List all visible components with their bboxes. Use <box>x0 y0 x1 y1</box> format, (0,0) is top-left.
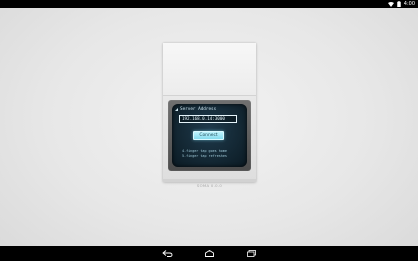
battery-icon <box>397 1 401 7</box>
back-button[interactable] <box>161 249 173 258</box>
home-button[interactable] <box>203 249 215 258</box>
hint-home: 4-finger tap goes home <box>182 149 227 153</box>
connect-button[interactable]: Connect <box>193 131 224 140</box>
back-icon <box>161 250 173 257</box>
status-bar: 4:00 <box>0 0 418 8</box>
device-foot <box>163 179 256 182</box>
version-label: SOMA 0.0.0 <box>196 183 223 188</box>
status-time: 4:00 <box>403 1 415 7</box>
status-icons: 4:00 <box>387 0 415 8</box>
server-address-label: Server Address <box>180 107 217 112</box>
server-address-heading: Server Address <box>175 107 216 112</box>
hint-refresh: 5-finger tap refreshes <box>182 154 227 158</box>
app-screen: 4:00 Server Address 192.168.0.14:3000 Co… <box>0 0 418 261</box>
recent-apps-icon <box>246 250 257 257</box>
recent-apps-button[interactable] <box>245 249 257 258</box>
home-icon <box>204 250 215 257</box>
device-top-panel <box>163 43 256 96</box>
server-address-input[interactable]: 192.168.0.14:3000 <box>179 115 237 123</box>
wifi-icon <box>387 1 394 7</box>
signal-icon <box>175 108 178 111</box>
navigation-bar <box>0 246 418 261</box>
